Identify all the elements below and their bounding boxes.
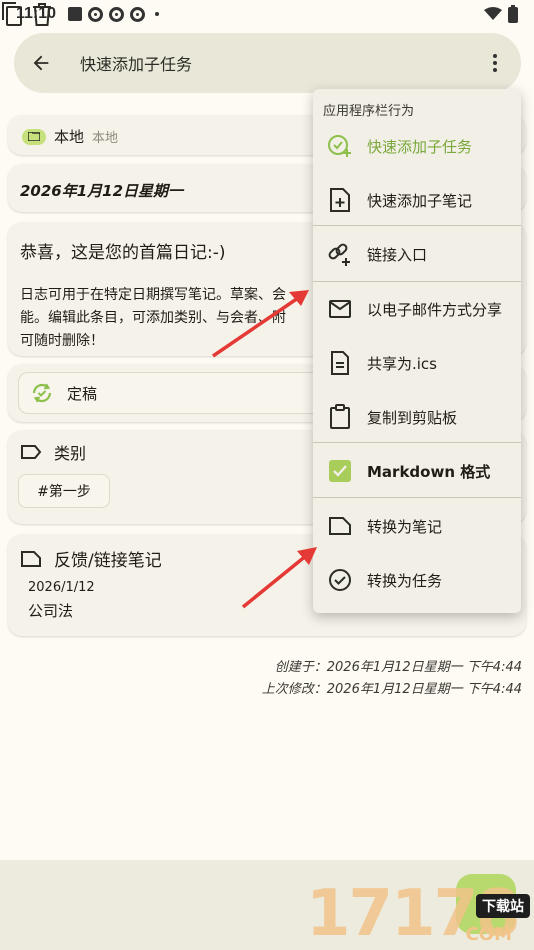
menu-divider (313, 442, 521, 443)
menu-item-quick-subtask[interactable]: 快速添加子任务 (313, 119, 521, 173)
menu-item-label: 转换为任务 (367, 571, 443, 590)
menu-item-label: Markdown 格式 (367, 462, 491, 481)
overflow-menu: 应用程序栏行为 快速添加子任务 快速添加子笔记 链接入口 以电子邮件方式分享 共… (313, 89, 521, 613)
menu-divider (313, 225, 521, 226)
linked-note-date: 2026/1/12 (28, 580, 95, 595)
notification-icons (68, 6, 160, 22)
menu-divider (313, 497, 521, 498)
note-icon (21, 550, 41, 567)
folder-icon (22, 128, 46, 145)
checkbox-icon (329, 460, 351, 482)
linked-note-name[interactable]: 公司法 (28, 600, 73, 621)
app-notification-icon (68, 7, 83, 21)
wifi-icon (484, 7, 502, 20)
menu-item-share-email[interactable]: 以电子邮件方式分享 (313, 282, 521, 336)
label-icon (21, 445, 42, 459)
categories-title: 类别 (54, 444, 87, 463)
linked-notes-title: 反馈/链接笔记 (54, 551, 162, 571)
menu-item-label: 共享为.ics (367, 354, 437, 373)
folder-chip[interactable]: 本地 本地 (22, 126, 118, 147)
note-add-icon (327, 187, 353, 213)
journal-title: 恭喜，这是您的首篇日记:-) (20, 243, 226, 263)
menu-item-label: 复制到剪贴板 (367, 408, 458, 427)
watermark-logo: 17178 下载站 COM (306, 878, 534, 950)
folder-sublabel: 本地 (92, 131, 119, 146)
battery-icon (508, 5, 518, 23)
watermark-domain: COM (465, 924, 512, 945)
journal-body-line: 可随时删除！ (20, 333, 104, 349)
clipboard-icon (327, 404, 353, 430)
menu-item-copy-clipboard[interactable]: 复制到剪贴板 (313, 390, 521, 444)
menu-item-share-ics[interactable]: 共享为.ics (313, 336, 521, 390)
menu-item-convert-note[interactable]: 转换为笔记 (313, 499, 521, 553)
menu-item-label: 快速添加子任务 (367, 137, 473, 156)
sync-check-icon (32, 383, 52, 403)
menu-item-markdown[interactable]: Markdown 格式 (313, 444, 521, 498)
more-notifications-icon (155, 12, 160, 16)
file-icon (327, 350, 353, 376)
menu-item-link-entry[interactable]: 链接入口 (313, 227, 521, 281)
note-icon (327, 513, 353, 539)
linked-notes-header: 反馈/链接笔记 (20, 546, 162, 571)
sync-notification-icon (109, 6, 125, 22)
journal-body: 日志可用于在特定日期撰写笔记。草案、会 能。编辑此条目，可添加类别、与会者、附 … (20, 284, 320, 353)
status-time: 11:10 (16, 5, 57, 22)
check-add-icon (327, 133, 353, 159)
sync-notification-icon (88, 6, 104, 22)
menu-item-label: 以电子邮件方式分享 (367, 300, 503, 319)
menu-item-quick-subnote[interactable]: 快速添加子笔记 (313, 173, 521, 227)
app-bar-title: 快速添加子任务 (80, 55, 193, 74)
journal-body-line: 能。编辑此条目，可添加类别、与会者、附 (20, 310, 286, 326)
menu-item-label: 链接入口 (367, 245, 428, 264)
mail-icon (327, 296, 353, 322)
top-app-bar: 快速添加子任务 (14, 33, 521, 93)
status-bar: 11:10 (0, 0, 534, 28)
status-label: 定稿 (67, 384, 98, 403)
category-tag[interactable]: #第一步 (18, 474, 110, 508)
journal-body-line: 日志可用于在特定日期撰写笔记。草案、会 (20, 287, 286, 303)
task-icon (327, 567, 353, 593)
back-arrow-icon[interactable] (30, 52, 52, 74)
modified-timestamp: 上次修改：2026年1月12日星期一 下午4:44 (261, 682, 522, 697)
sync-notification-icon (130, 6, 146, 22)
menu-heading: 应用程序栏行为 (323, 104, 415, 119)
menu-item-convert-task[interactable]: 转换为任务 (313, 553, 521, 607)
status-chip[interactable]: 定稿 (18, 372, 328, 414)
link-add-icon (327, 241, 353, 267)
entry-date-title: 2026年1月12日星期一 (20, 182, 184, 200)
created-timestamp: 创建于：2026年1月12日星期一 下午4:44 (274, 660, 522, 675)
categories-header: 类别 (20, 440, 86, 464)
more-options-icon[interactable] (485, 52, 505, 74)
folder-label: 本地 (54, 128, 85, 146)
menu-item-label: 转换为笔记 (367, 517, 443, 536)
watermark-label: 下载站 (476, 894, 530, 918)
menu-item-label: 快速添加子笔记 (367, 191, 473, 210)
